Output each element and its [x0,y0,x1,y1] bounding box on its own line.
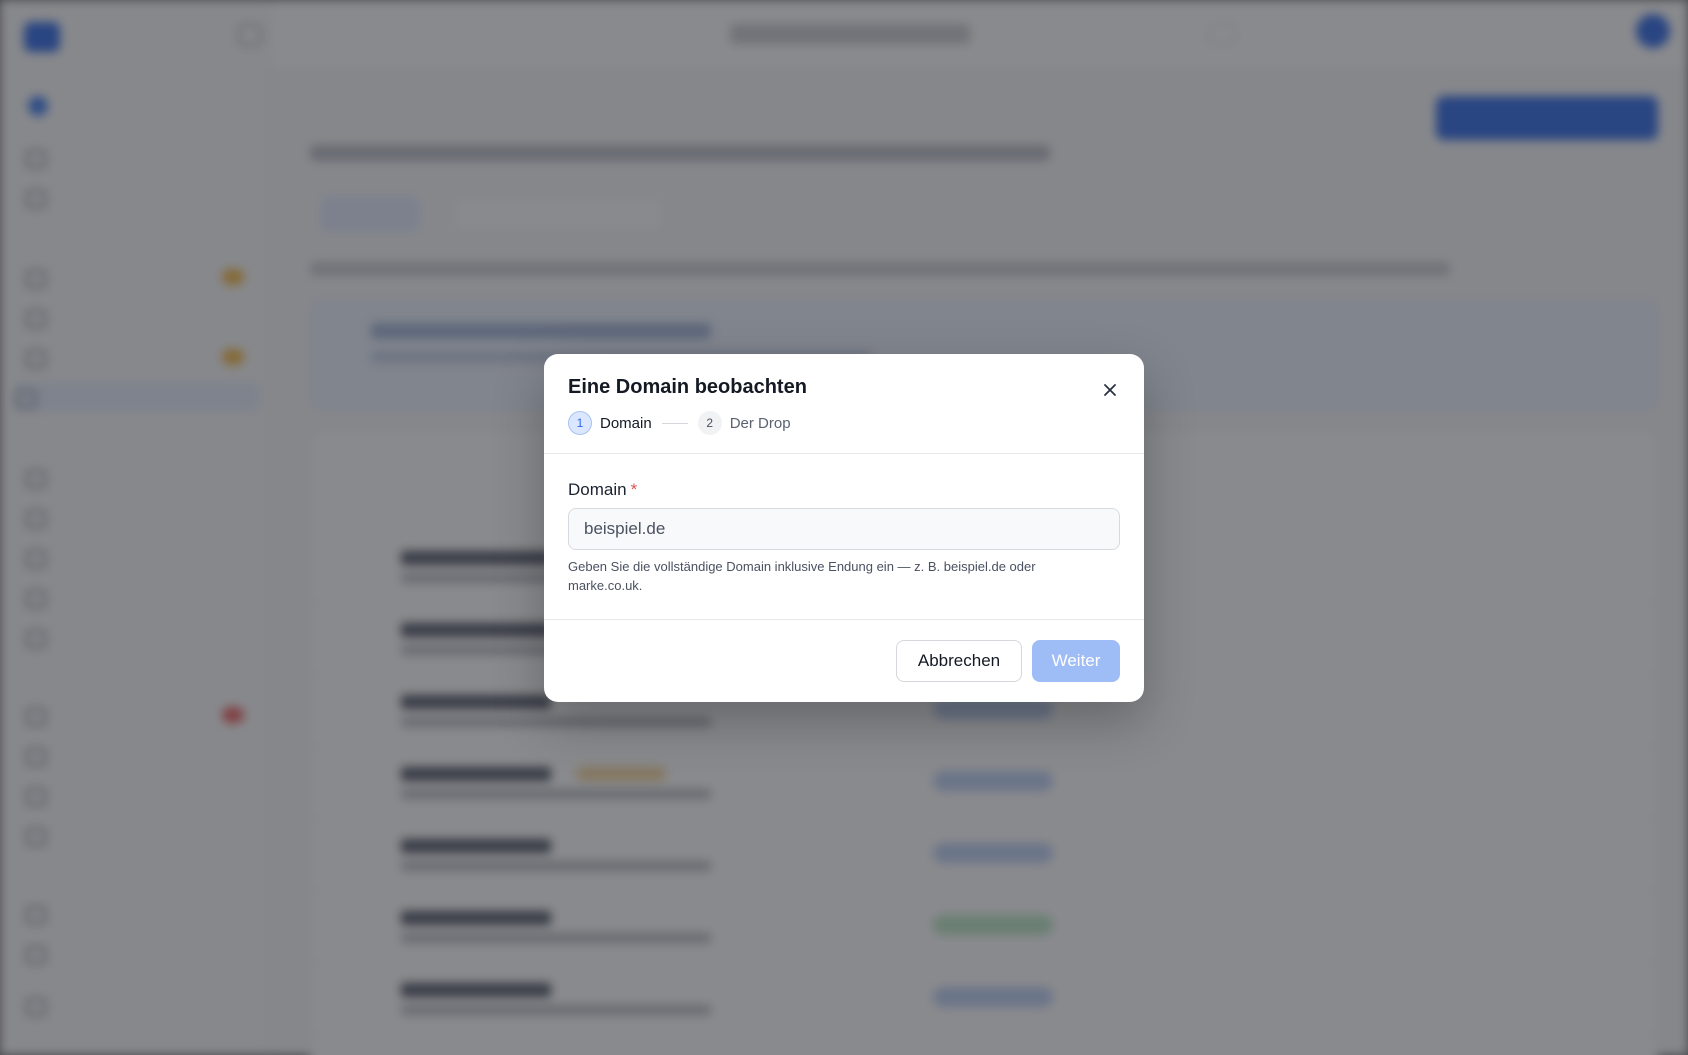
step-number-1: 1 [568,411,592,435]
step-label-drop: Der Drop [729,414,791,432]
required-marker: * [630,480,638,499]
domain-input[interactable] [568,508,1120,550]
add-domain-dialog: Eine Domain beobachten 1 Domain 2 Der Dr… [544,354,1144,702]
domain-hint: Geben Sie die vollständige Domain inklus… [568,559,1036,593]
step-connector [661,422,688,424]
step-number-2: 2 [697,411,722,435]
next-button[interactable]: Weiter [1032,640,1120,682]
close-icon [1104,384,1116,396]
dialog-title: Eine Domain beobachten [568,376,807,398]
dialog-body: Domain* Geben Sie die vollständige Domai… [544,454,1144,620]
dialog-header: Eine Domain beobachten 1 Domain 2 Der Dr… [544,354,1144,454]
cancel-button[interactable]: Abbrechen [896,640,1022,682]
close-button[interactable] [1098,378,1122,402]
stepper: 1 Domain 2 Der Drop [568,410,791,436]
domain-field-label: Domain * [568,480,637,500]
dialog-footer: Abbrechen Weiter [544,620,1144,702]
step-label-domain: Domain [600,414,652,432]
domain-label-text: Domain [568,480,627,499]
